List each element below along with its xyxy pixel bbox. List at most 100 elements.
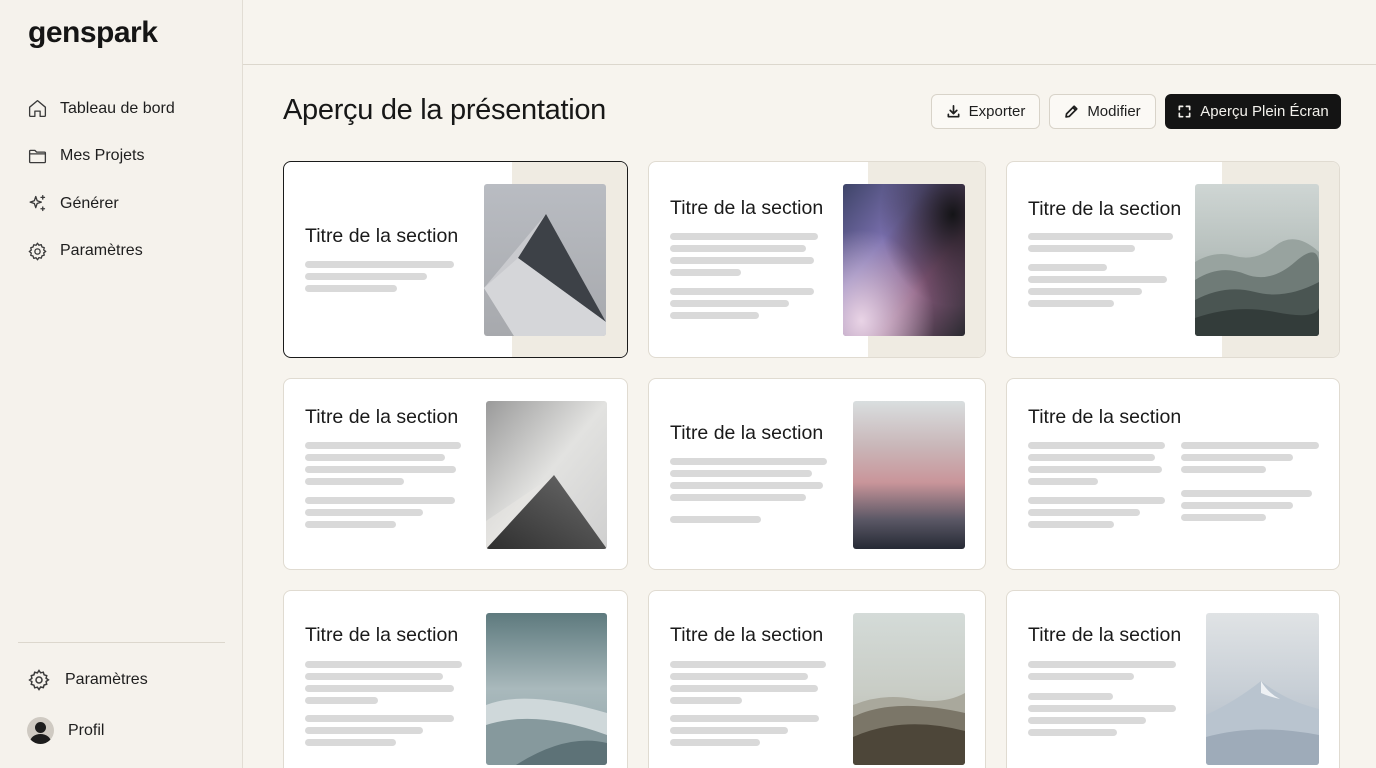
home-icon bbox=[28, 100, 47, 118]
sidebar-bottom-profile-label: Profil bbox=[68, 721, 105, 739]
export-button[interactable]: Exporter bbox=[931, 94, 1040, 129]
text-placeholder bbox=[305, 685, 454, 692]
text-placeholder bbox=[305, 466, 456, 473]
sidebar: genspark Tableau de bord Mes Projets Gén… bbox=[0, 0, 243, 768]
text-placeholder bbox=[670, 233, 818, 240]
text-placeholder bbox=[1181, 490, 1312, 497]
text-placeholder bbox=[305, 739, 396, 746]
text-placeholder bbox=[670, 458, 827, 465]
text-placeholder bbox=[670, 257, 814, 264]
text-placeholder bbox=[1028, 276, 1167, 283]
text-placeholder bbox=[1028, 521, 1114, 528]
text-placeholder bbox=[1181, 454, 1293, 461]
edit-button-label: Modifier bbox=[1087, 103, 1141, 120]
text-placeholder bbox=[305, 727, 423, 734]
text-placeholder bbox=[1181, 514, 1266, 521]
text-placeholder bbox=[1028, 454, 1155, 461]
pyramid-image bbox=[484, 184, 606, 336]
text-placeholder bbox=[1028, 717, 1146, 724]
sidebar-bottom-settings-label: Paramètres bbox=[65, 671, 148, 688]
edit-button[interactable]: Modifier bbox=[1049, 94, 1156, 129]
text-placeholder bbox=[1028, 661, 1176, 668]
avatar bbox=[27, 717, 54, 744]
text-placeholder bbox=[670, 300, 789, 307]
text-placeholder bbox=[1028, 288, 1142, 295]
text-placeholder bbox=[305, 673, 443, 680]
text-placeholder bbox=[670, 715, 819, 722]
gear-icon bbox=[28, 242, 47, 261]
slide-card-2[interactable]: Titre de la section bbox=[648, 161, 986, 358]
page-title: Aperçu de la présentation bbox=[283, 94, 606, 126]
slide-title: Titre de la section bbox=[305, 624, 459, 646]
sidebar-bottom-profile[interactable]: Profil bbox=[27, 717, 104, 744]
text-placeholder bbox=[670, 697, 742, 704]
text-placeholder bbox=[1028, 264, 1107, 271]
slide-title: Titre de la section bbox=[670, 624, 824, 646]
sidebar-item-generate[interactable]: Générer bbox=[0, 180, 243, 228]
text-placeholder bbox=[1028, 673, 1134, 680]
text-placeholder bbox=[1028, 233, 1173, 240]
text-placeholder bbox=[305, 715, 454, 722]
text-placeholder bbox=[1028, 442, 1165, 449]
slide-card-1[interactable]: Titre de la section bbox=[283, 161, 628, 358]
snowy-peak-image bbox=[1206, 613, 1319, 765]
sidebar-nav: Tableau de bord Mes Projets Générer Para… bbox=[0, 85, 243, 275]
misty-mountains-image bbox=[1195, 184, 1319, 336]
text-placeholder bbox=[1028, 245, 1135, 252]
slide-card-9[interactable]: Titre de la section bbox=[1006, 590, 1340, 768]
text-placeholder bbox=[1028, 497, 1165, 504]
text-placeholder bbox=[670, 739, 760, 746]
text-placeholder bbox=[670, 312, 759, 319]
text-placeholder bbox=[305, 285, 397, 292]
slide-card-8[interactable]: Titre de la section bbox=[648, 590, 986, 768]
slide-card-4[interactable]: Titre de la section bbox=[283, 378, 628, 570]
text-placeholder bbox=[670, 470, 812, 477]
text-placeholder bbox=[305, 521, 396, 528]
sunset-gradient-image bbox=[853, 401, 965, 549]
pencil-icon bbox=[1065, 105, 1078, 118]
sidebar-item-settings[interactable]: Paramètres bbox=[0, 228, 243, 276]
text-placeholder bbox=[670, 685, 818, 692]
slide-card-6[interactable]: Titre de la section bbox=[1006, 378, 1340, 570]
text-placeholder bbox=[670, 516, 761, 523]
text-placeholder bbox=[305, 661, 462, 668]
text-placeholder bbox=[670, 673, 808, 680]
text-placeholder bbox=[1181, 442, 1319, 449]
text-placeholder bbox=[670, 269, 741, 276]
slide-title: Titre de la section bbox=[305, 225, 459, 247]
sidebar-item-label: Mes Projets bbox=[60, 147, 145, 165]
text-placeholder bbox=[305, 261, 454, 268]
sidebar-item-label: Générer bbox=[60, 194, 119, 212]
slide-card-3[interactable]: Titre de la section bbox=[1006, 161, 1340, 358]
slide-title: Titre de la section bbox=[670, 422, 824, 444]
text-placeholder bbox=[670, 494, 806, 501]
text-placeholder bbox=[1028, 729, 1117, 736]
fullscreen-preview-button[interactable]: Aperçu Plein Écran bbox=[1165, 94, 1341, 129]
text-placeholder bbox=[1181, 502, 1293, 509]
slide-title: Titre de la section bbox=[1028, 198, 1182, 220]
purple-gradient-image bbox=[843, 184, 965, 336]
slide-title: Titre de la section bbox=[1028, 624, 1182, 646]
sidebar-bottom-settings[interactable]: Paramètres bbox=[27, 668, 148, 692]
slide-card-5[interactable]: Titre de la section bbox=[648, 378, 986, 570]
sidebar-item-projects[interactable]: Mes Projets bbox=[0, 133, 243, 181]
text-placeholder bbox=[670, 727, 788, 734]
text-placeholder bbox=[1028, 300, 1114, 307]
sidebar-divider bbox=[18, 642, 225, 643]
sidebar-item-dashboard[interactable]: Tableau de bord bbox=[0, 85, 243, 133]
fullscreen-icon bbox=[1178, 105, 1191, 118]
text-placeholder bbox=[670, 245, 806, 252]
sidebar-item-label: Paramètres bbox=[60, 242, 143, 260]
slide-card-7[interactable]: Titre de la section bbox=[283, 590, 628, 768]
text-placeholder bbox=[1028, 509, 1140, 516]
sidebar-item-label: Tableau de bord bbox=[60, 99, 175, 117]
text-placeholder bbox=[305, 497, 455, 504]
text-placeholder bbox=[305, 454, 445, 461]
desert-hills-image bbox=[853, 613, 965, 765]
app-logo[interactable]: genspark bbox=[28, 16, 158, 50]
slide-title: Titre de la section bbox=[670, 197, 824, 219]
export-button-label: Exporter bbox=[968, 103, 1026, 120]
text-placeholder bbox=[670, 288, 814, 295]
text-placeholder bbox=[1028, 466, 1162, 473]
slide-title: Titre de la section bbox=[1028, 406, 1182, 428]
